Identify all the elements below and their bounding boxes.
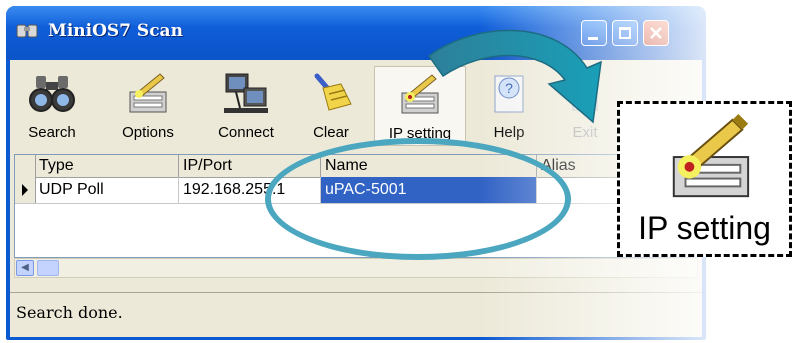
ip-setting-icon bbox=[672, 114, 750, 198]
app-icon bbox=[16, 24, 38, 38]
broom-icon bbox=[314, 73, 352, 111]
clear-button[interactable]: Clear bbox=[300, 66, 362, 146]
search-label: Search bbox=[28, 124, 76, 141]
header-indicator bbox=[15, 155, 36, 177]
chevron-left-icon: ◀ bbox=[21, 262, 29, 273]
close-icon bbox=[650, 27, 662, 39]
connect-label: Connect bbox=[218, 124, 274, 141]
options-button[interactable]: Options bbox=[106, 66, 190, 146]
column-type[interactable]: Type bbox=[35, 155, 179, 177]
binoculars-icon bbox=[29, 76, 75, 112]
cell-type[interactable]: UDP Poll bbox=[35, 177, 179, 203]
curved-arrow-icon bbox=[427, 29, 602, 124]
connect-button[interactable]: Connect bbox=[206, 66, 286, 146]
options-label: Options bbox=[122, 124, 174, 141]
options-icon bbox=[129, 73, 167, 113]
computers-icon bbox=[224, 73, 268, 113]
clear-label: Clear bbox=[313, 124, 349, 141]
status-bar: Search done. bbox=[10, 292, 702, 337]
row-pointer-icon bbox=[22, 184, 28, 196]
scroll-left-button[interactable]: ◀ bbox=[16, 260, 34, 276]
status-text: Search done. bbox=[16, 303, 123, 322]
close-button[interactable] bbox=[643, 20, 669, 46]
scroll-thumb[interactable] bbox=[37, 260, 59, 276]
horizontal-scrollbar[interactable]: ◀ bbox=[14, 258, 698, 278]
search-button[interactable]: Search bbox=[16, 66, 88, 146]
highlight-ellipse bbox=[265, 138, 571, 260]
ip-setting-callout: IP setting bbox=[617, 101, 792, 257]
window-title: MiniOS7 Scan bbox=[48, 21, 183, 41]
row-indicator bbox=[15, 177, 36, 203]
callout-label: IP setting bbox=[638, 210, 771, 246]
